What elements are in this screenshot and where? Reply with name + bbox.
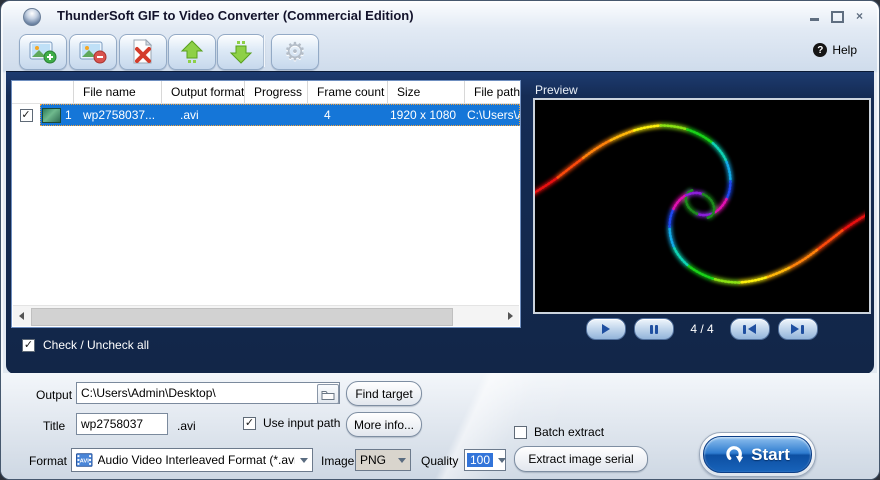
- use-input-path-label: Use input path: [263, 416, 340, 430]
- quality-value: 100: [467, 453, 493, 467]
- pause-button[interactable]: [634, 318, 674, 340]
- clear-list-button[interactable]: [119, 34, 167, 70]
- add-image-icon: [29, 40, 57, 64]
- chevron-down-icon: [300, 458, 308, 463]
- app-logo-icon: [23, 8, 41, 26]
- chevron-down-icon: [498, 458, 506, 463]
- arrow-down-icon: [228, 39, 254, 65]
- main-content: File name Output format Progress Frame c…: [6, 71, 874, 374]
- use-input-path-option[interactable]: ✓ Use input path: [243, 416, 340, 430]
- image-label: Image: [321, 454, 354, 468]
- close-icon[interactable]: ×: [856, 10, 863, 22]
- minimize-icon[interactable]: [810, 18, 819, 21]
- title-label: Title: [43, 419, 65, 433]
- maximize-icon[interactable]: [831, 11, 844, 23]
- help-button[interactable]: ? Help: [813, 43, 857, 57]
- header-progress[interactable]: Progress: [245, 81, 308, 103]
- avi-format-icon: AVI: [76, 453, 93, 467]
- table-row[interactable]: ✓ 1 wp2758037... .avi 4 1920 x 1080 C:\U…: [12, 104, 520, 126]
- horizontal-scrollbar[interactable]: [13, 305, 519, 326]
- scroll-left-icon[interactable]: [13, 306, 30, 326]
- start-arrow-icon: [725, 445, 744, 464]
- batch-extract-checkbox[interactable]: [514, 426, 527, 439]
- cell-file-name: wp2758037...: [74, 108, 162, 122]
- title-extension: .avi: [177, 419, 196, 433]
- app-window: ThunderSoft GIF to Video Converter (Comm…: [0, 0, 880, 480]
- cell-output-format: .avi: [162, 108, 245, 122]
- preview-label: Preview: [535, 83, 578, 97]
- title-input[interactable]: [76, 413, 168, 435]
- check-uncheck-all[interactable]: ✓ Check / Uncheck all: [22, 338, 149, 352]
- arrow-up-icon: [179, 39, 205, 65]
- move-up-button[interactable]: [168, 34, 216, 70]
- frame-counter: 4 / 4: [690, 322, 713, 336]
- format-value: Audio Video Interleaved Format (*.avi): [98, 453, 295, 467]
- cell-size: 1920 x 1080: [388, 108, 465, 122]
- gif-thumbnail: [42, 108, 61, 123]
- output-label: Output: [36, 388, 72, 402]
- cell-frame-count: 4: [308, 108, 388, 122]
- next-frame-icon: [791, 324, 799, 334]
- scroll-right-icon[interactable]: [502, 306, 519, 326]
- cell-file-path: C:\Users\A: [465, 108, 520, 122]
- header-frame-count[interactable]: Frame count: [308, 81, 388, 103]
- scrollbar-thumb[interactable]: [31, 308, 453, 326]
- header-file-name[interactable]: File name: [74, 81, 162, 103]
- batch-extract-option[interactable]: Batch extract: [514, 425, 604, 439]
- previous-frame-button[interactable]: [730, 318, 770, 340]
- batch-extract-label: Batch extract: [534, 425, 604, 439]
- file-list: File name Output format Progress Frame c…: [11, 80, 521, 328]
- settings-button[interactable]: ⚙: [271, 34, 319, 70]
- browse-folder-button[interactable]: [317, 384, 339, 404]
- extract-image-serial-button[interactable]: Extract image serial: [514, 446, 648, 472]
- start-label: Start: [751, 445, 790, 465]
- gear-icon: ⚙: [284, 40, 306, 65]
- chevron-down-icon: [398, 458, 406, 463]
- file-list-header: File name Output format Progress Frame c…: [12, 81, 520, 104]
- check-all-checkbox[interactable]: ✓: [22, 339, 35, 352]
- help-label: Help: [832, 43, 857, 57]
- use-input-path-checkbox[interactable]: ✓: [243, 417, 256, 430]
- next-frame-button[interactable]: [778, 318, 818, 340]
- move-down-button[interactable]: [217, 34, 265, 70]
- play-icon: [602, 324, 610, 334]
- play-button[interactable]: [586, 318, 626, 340]
- find-target-button[interactable]: Find target: [346, 381, 422, 406]
- quality-label: Quality: [421, 454, 458, 468]
- quality-combo[interactable]: 100: [464, 449, 506, 471]
- remove-image-icon: [79, 40, 107, 64]
- header-size[interactable]: Size: [388, 81, 465, 103]
- more-info-button[interactable]: More info...: [346, 412, 422, 437]
- header-file-path[interactable]: File path: [465, 81, 520, 103]
- header-output-format[interactable]: Output format: [162, 81, 245, 103]
- format-select[interactable]: AVI Audio Video Interleaved Format (*.av…: [71, 448, 313, 472]
- selected-row-highlight[interactable]: 1 wp2758037... .avi 4 1920 x 1080 C:\Use…: [40, 104, 520, 126]
- start-button[interactable]: Start: [699, 432, 816, 477]
- toolbar-divider: [263, 35, 264, 67]
- toolbar: ⚙ ? Help: [1, 31, 879, 71]
- remove-file-button[interactable]: [69, 34, 117, 70]
- image-format-select[interactable]: PNG: [355, 449, 411, 471]
- check-all-label: Check / Uncheck all: [43, 338, 149, 352]
- window-title: ThunderSoft GIF to Video Converter (Comm…: [57, 8, 414, 23]
- add-files-button[interactable]: [19, 34, 67, 70]
- image-format-value: PNG: [360, 453, 386, 467]
- svg-text:AVI: AVI: [80, 458, 90, 464]
- format-label: Format: [29, 454, 67, 468]
- title-bar: ThunderSoft GIF to Video Converter (Comm…: [1, 1, 879, 31]
- output-path-input[interactable]: [76, 382, 340, 404]
- header-check-column[interactable]: [12, 81, 74, 103]
- help-icon: ?: [813, 43, 827, 57]
- playback-controls: 4 / 4: [533, 318, 871, 340]
- window-controls: ×: [810, 9, 863, 23]
- previous-frame-icon: [748, 324, 756, 334]
- folder-icon: [321, 389, 335, 400]
- preview-box: [533, 98, 871, 314]
- row-index: 1: [65, 108, 72, 122]
- gif-frame-image: [535, 100, 865, 308]
- delete-file-icon: [130, 39, 156, 65]
- pause-icon: [650, 325, 653, 334]
- row-checkbox[interactable]: ✓: [20, 109, 33, 122]
- file-list-body: ✓ 1 wp2758037... .avi 4 1920 x 1080 C:\U…: [12, 104, 520, 307]
